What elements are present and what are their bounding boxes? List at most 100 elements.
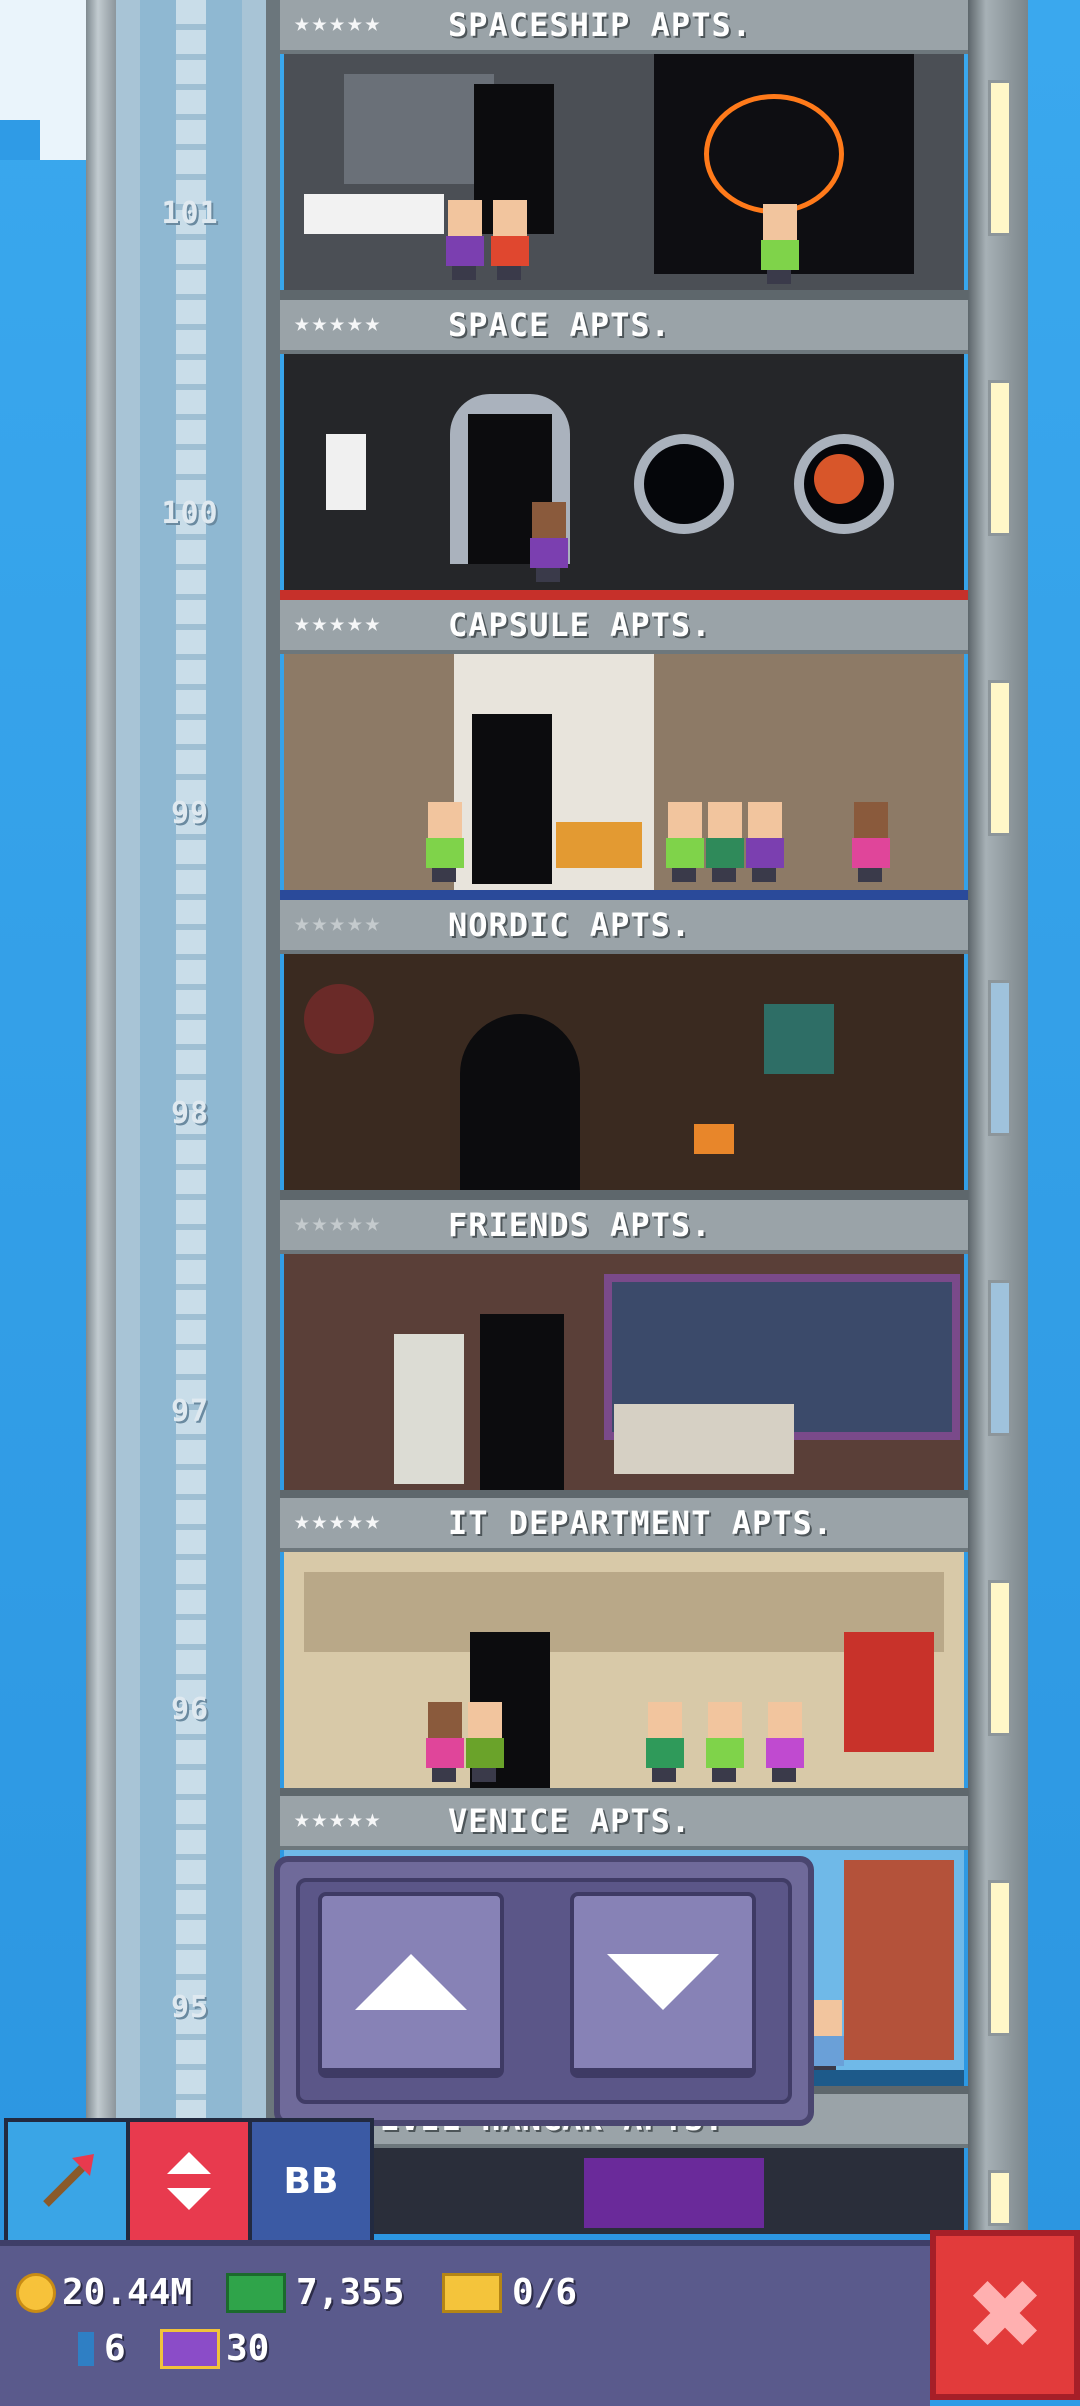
floor-room — [284, 1254, 964, 1490]
fridge — [394, 1334, 464, 1484]
floor-stars: ★★★★★ — [294, 908, 383, 938]
floor-base — [280, 590, 968, 600]
floor-number: 100 — [161, 496, 219, 531]
tower-bux-value: 30 — [226, 2328, 270, 2369]
planet-mars — [814, 454, 864, 504]
floor-friends-apts[interactable]: ★★★★★ FRIENDS APTS. — [280, 1200, 968, 1500]
floor-number: 96 — [170, 1692, 210, 1727]
floor-room — [284, 354, 964, 590]
floor-room — [284, 954, 964, 1190]
floor-name: SPACE APTS. — [448, 306, 671, 344]
bitizen[interactable] — [850, 802, 890, 882]
bitizen[interactable] — [759, 204, 799, 284]
floor-header: ★★★★★ SPACESHIP APTS. — [280, 0, 968, 54]
shaft-rail-right — [242, 0, 266, 2230]
bitizen[interactable] — [464, 1702, 504, 1782]
floor-name: FRIENDS APTS. — [448, 1206, 712, 1244]
floor-name: SPACESHIP APTS. — [448, 6, 752, 44]
close-icon: ✖ — [964, 2259, 1046, 2371]
bitizen[interactable] — [764, 1702, 804, 1782]
window-light — [988, 2170, 1012, 2226]
bitizen[interactable] — [444, 200, 484, 280]
raise-tower-button[interactable] — [4, 2118, 130, 2244]
viking-shield — [304, 984, 374, 1054]
floor-name: VENICE APTS. — [448, 1802, 692, 1840]
floor-room — [284, 654, 964, 890]
evil-jet — [584, 2158, 764, 2228]
coins-value: 20.44M — [62, 2272, 193, 2313]
elevator-button[interactable] — [126, 2118, 252, 2244]
elevator-up-button[interactable] — [318, 1892, 504, 2078]
window-light — [988, 680, 1012, 836]
bitizens-value: 6 — [104, 2328, 126, 2369]
bitizen[interactable] — [704, 1702, 744, 1782]
bitizen[interactable] — [644, 1702, 684, 1782]
trophy-head — [764, 1004, 834, 1074]
floor-header: ★★★★★ NORDIC APTS. — [280, 900, 968, 954]
floor-stars: ★★★★★ — [294, 8, 383, 38]
bitizen-icon — [78, 2331, 94, 2366]
porthole-window — [634, 434, 734, 534]
elevator-control-panel — [274, 1856, 814, 2126]
red-door — [844, 1632, 934, 1752]
floor-number: 97 — [170, 1394, 210, 1429]
window-light — [988, 980, 1012, 1136]
bitizen[interactable] — [704, 802, 744, 882]
bitizen[interactable] — [744, 802, 784, 882]
pet-tiger[interactable] — [556, 822, 642, 868]
window-light — [988, 380, 1012, 536]
window-light — [988, 80, 1012, 236]
pickaxe-icon — [43, 2154, 94, 2207]
floor-space-apts[interactable]: ★★★★★ SPACE APTS. — [280, 300, 968, 600]
floor-name: CAPSULE APTS. — [448, 606, 712, 644]
elevator-updown-icon — [167, 2152, 211, 2210]
cryo-pod — [304, 194, 374, 234]
floor-stars: ★★★★★ — [294, 608, 383, 638]
bitizen[interactable] — [424, 1702, 464, 1782]
bitizen[interactable] — [664, 802, 704, 882]
window-light — [988, 1280, 1012, 1436]
floor-header: ★★★★★ SPACE APTS. — [280, 300, 968, 354]
bitizens-display: 6 — [78, 2328, 126, 2369]
floor-base — [280, 1190, 968, 1200]
tower-bux-icon — [160, 2328, 220, 2369]
floor-stars: ★★★★★ — [294, 308, 383, 338]
bitizen[interactable] — [489, 200, 529, 280]
floor-number: 101 — [161, 196, 219, 231]
floor-nordic-apts[interactable]: ★★★★★ NORDIC APTS. — [280, 900, 968, 1200]
wall-panel — [326, 434, 366, 510]
floor-base — [280, 290, 968, 300]
tickets-value: 0/6 — [512, 2272, 578, 2313]
bitbook-button[interactable]: BB — [248, 2118, 374, 2244]
bitizen[interactable] — [528, 502, 568, 582]
room-door — [472, 714, 552, 884]
floor-header: ★★★★★ CAPSULE APTS. — [280, 600, 968, 654]
close-button[interactable]: ✖ — [930, 2230, 1080, 2400]
arrow-down-icon — [607, 1954, 719, 2010]
wall-panel — [344, 74, 494, 184]
elevator-down-button[interactable] — [570, 1892, 756, 2078]
cloud-notch — [0, 120, 40, 160]
arrow-up-icon — [355, 1954, 467, 2010]
floor-capsule-apts[interactable]: ★★★★★ CAPSULE APTS. — [280, 600, 968, 900]
venice-building — [844, 1860, 954, 2060]
reactor-glow — [704, 94, 844, 214]
floor-room — [284, 2148, 964, 2234]
bux-value: 7,355 — [296, 2272, 405, 2313]
floor-room — [284, 54, 964, 290]
couch — [614, 1404, 794, 1474]
window-light — [988, 1880, 1012, 2036]
floor-number: 99 — [170, 796, 210, 831]
floor-header: ★★★★★ IT DEPARTMENT APTS. — [280, 1498, 968, 1552]
floor-spaceship-apts[interactable]: ★★★★★ SPACESHIP APTS. — [280, 0, 968, 300]
floor-stars: ★★★★★ — [294, 1804, 383, 1834]
bitizen[interactable] — [424, 802, 464, 882]
bux-icon — [226, 2272, 286, 2313]
room-door — [480, 1314, 564, 1490]
golden-ticket-icon — [442, 2272, 502, 2313]
room-door — [460, 1014, 580, 1190]
floor-number: 95 — [170, 1990, 210, 2025]
window-light — [988, 1580, 1012, 1736]
floor-it-department-apts[interactable]: ★★★★★ IT DEPARTMENT APTS. — [280, 1498, 968, 1798]
coins-display: 20.44M — [16, 2272, 192, 2313]
